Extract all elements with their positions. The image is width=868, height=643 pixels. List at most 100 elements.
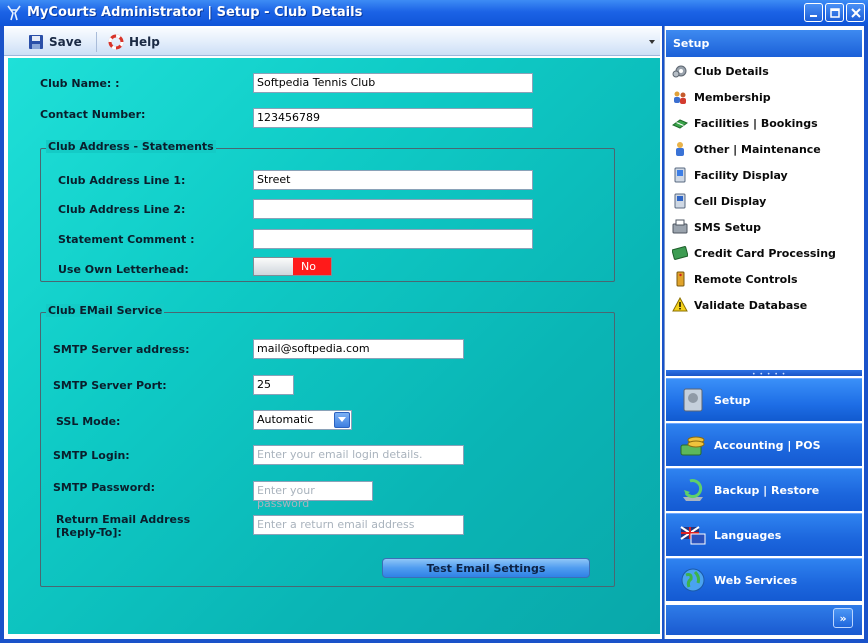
maximize-button[interactable] xyxy=(825,3,844,22)
fax-icon xyxy=(672,219,688,235)
nav-other-maintenance[interactable]: Other | Maintenance xyxy=(672,139,821,159)
smtp-password-input[interactable]: Enter your password xyxy=(253,481,373,510)
navigation-header: Setup xyxy=(666,30,862,57)
module-label: Setup xyxy=(714,393,751,407)
module-backup-restore[interactable]: Backup | Restore xyxy=(666,468,862,511)
toggle-value: No xyxy=(293,258,331,275)
club-name-label: Club Name: : xyxy=(40,77,120,90)
toolbar-overflow-icon[interactable] xyxy=(649,40,655,44)
smtp-server-input[interactable]: mail@softpedia.com xyxy=(253,339,464,359)
statement-comment-input[interactable] xyxy=(253,229,533,249)
close-button[interactable] xyxy=(846,3,865,22)
contact-number-input[interactable]: 123456789 xyxy=(253,108,533,128)
nav-validate-database[interactable]: Validate Database xyxy=(672,295,807,315)
smtp-server-label: SMTP Server address: xyxy=(53,343,190,356)
nav-label: Membership xyxy=(694,90,771,104)
save-label: Save xyxy=(49,35,82,49)
statement-comment-label: Statement Comment : xyxy=(58,233,195,246)
ssl-mode-value: Automatic xyxy=(257,413,314,426)
address-line1-label: Club Address Line 1: xyxy=(58,174,186,187)
nav-label: Validate Database xyxy=(694,298,808,312)
app-icon xyxy=(7,5,21,21)
smtp-port-input[interactable]: 25 xyxy=(253,375,294,395)
address-line2-input[interactable] xyxy=(253,199,533,219)
module-web-services[interactable]: Web Services xyxy=(666,558,862,601)
chevron-double-right-icon: » xyxy=(839,611,847,625)
nav-label: Facility Display xyxy=(694,168,788,182)
lifebuoy-icon xyxy=(108,34,124,50)
ssl-mode-select[interactable]: Automatic xyxy=(253,410,352,430)
nav-label: Facilities | Bookings xyxy=(694,116,818,130)
remote-icon xyxy=(672,271,688,287)
court-icon xyxy=(672,115,688,131)
panel-splitter[interactable]: • • • • • xyxy=(666,370,862,378)
flags-icon xyxy=(676,518,710,552)
return-email-input[interactable]: Enter a return email address xyxy=(253,515,464,535)
title-bar: MyCourts Administrator | Setup - Club De… xyxy=(0,0,868,26)
floppy-icon xyxy=(29,35,43,49)
globe-icon xyxy=(676,563,710,597)
minimize-button[interactable] xyxy=(804,3,823,22)
window-title: MyCourts Administrator | Setup - Club De… xyxy=(27,5,363,20)
ssl-mode-label: SSL Mode: xyxy=(56,415,121,428)
help-label: Help xyxy=(129,35,160,49)
email-group-title: Club EMail Service xyxy=(46,304,165,317)
contact-number-label: Contact Number: xyxy=(40,108,146,121)
letterhead-toggle[interactable]: No xyxy=(253,257,332,276)
toolbar: Save Help xyxy=(4,28,660,56)
module-label: Languages xyxy=(714,528,782,542)
module-setup[interactable]: Setup xyxy=(666,378,862,421)
nav-club-details[interactable]: Club Details xyxy=(672,61,769,81)
worker-icon xyxy=(672,141,688,157)
nav-label: Remote Controls xyxy=(694,272,798,286)
gears-icon xyxy=(672,63,688,79)
module-languages[interactable]: Languages xyxy=(666,513,862,556)
nav-remote-controls[interactable]: Remote Controls xyxy=(672,269,798,289)
save-button[interactable]: Save xyxy=(28,32,82,52)
module-label: Accounting | POS xyxy=(714,438,821,452)
credit-card-icon xyxy=(672,245,688,261)
smtp-login-label: SMTP Login: xyxy=(53,449,130,462)
setup-icon xyxy=(676,383,710,417)
close-icon xyxy=(850,7,861,18)
dropdown-button[interactable] xyxy=(334,412,350,428)
reply-to-label: [Reply-To]: xyxy=(56,526,122,539)
nav-label: Cell Display xyxy=(694,194,767,208)
nav-cell-display[interactable]: Cell Display xyxy=(672,191,766,211)
nav-credit-card-processing[interactable]: Credit Card Processing xyxy=(672,243,836,263)
coins-icon xyxy=(676,428,710,462)
expand-button[interactable]: » xyxy=(833,608,853,628)
toolbar-separator xyxy=(96,32,97,52)
smtp-login-input[interactable]: Enter your email login details. xyxy=(253,445,464,465)
module-accounting-pos[interactable]: Accounting | POS xyxy=(666,423,862,466)
letterhead-label: Use Own Letterhead: xyxy=(58,263,189,276)
maximize-icon xyxy=(829,7,840,18)
help-button[interactable]: Help xyxy=(108,32,160,52)
nav-label: SMS Setup xyxy=(694,220,761,234)
minimize-icon xyxy=(809,14,817,17)
nav-label: Credit Card Processing xyxy=(694,246,836,260)
smtp-password-label: SMTP Password: xyxy=(53,481,155,494)
backup-icon xyxy=(676,473,710,507)
nav-label: Club Details xyxy=(694,64,769,78)
warning-icon xyxy=(672,297,688,313)
nav-facility-display[interactable]: Facility Display xyxy=(672,165,788,185)
test-email-settings-button[interactable]: Test Email Settings xyxy=(382,558,590,578)
users-icon xyxy=(672,89,688,105)
toggle-knob[interactable] xyxy=(254,258,293,275)
module-label: Web Services xyxy=(714,573,798,587)
address-group-title: Club Address - Statements xyxy=(46,140,216,153)
nav-facilities-bookings[interactable]: Facilities | Bookings xyxy=(672,113,818,133)
nav-membership[interactable]: Membership xyxy=(672,87,771,107)
club-name-input[interactable]: Softpedia Tennis Club xyxy=(253,73,533,93)
return-email-label: Return Email Address xyxy=(56,513,191,526)
phone-display-icon xyxy=(672,193,688,209)
nav-sms-setup[interactable]: SMS Setup xyxy=(672,217,761,237)
address-line2-label: Club Address Line 2: xyxy=(58,203,186,216)
nav-label: Other | Maintenance xyxy=(694,142,821,156)
display-icon xyxy=(672,167,688,183)
smtp-port-label: SMTP Server Port: xyxy=(53,379,167,392)
module-label: Backup | Restore xyxy=(714,483,820,497)
address-line1-input[interactable]: Street xyxy=(253,170,533,190)
chevron-down-icon xyxy=(338,417,346,422)
